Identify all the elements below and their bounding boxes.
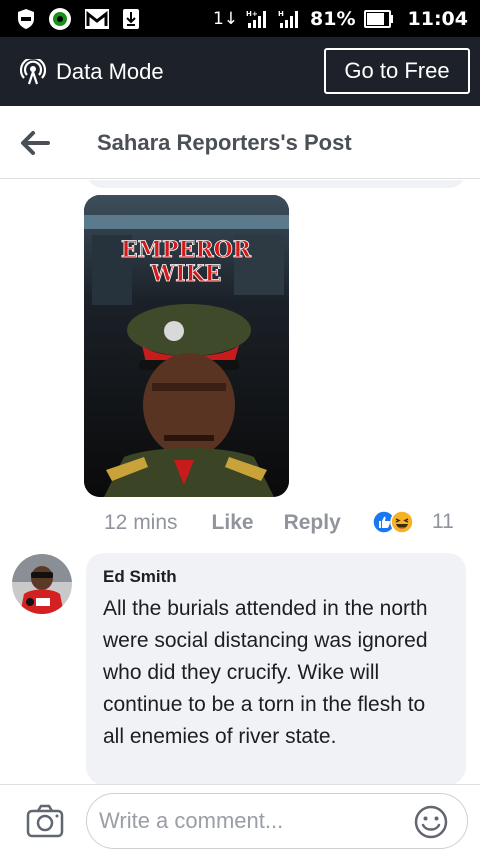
haha-reaction-icon (390, 510, 414, 540)
page-title: Sahara Reporters's Post (97, 130, 352, 155)
battery-icon (363, 9, 394, 28)
emoji-icon[interactable] (414, 805, 448, 839)
download-icon (122, 8, 140, 30)
image-caption-line1: EMPEROR (121, 237, 252, 263)
signal-4g-icon: H+ (246, 9, 270, 29)
svg-text:H: H (278, 10, 284, 18)
data-transfer-icon: 1↓ (212, 8, 239, 29)
reply-button[interactable]: Reply (284, 511, 341, 535)
post-header: Sahara Reporters's Post (0, 106, 480, 179)
comment-meta-row: 12 mins Like Reply 11 (104, 508, 464, 538)
data-mode-label: Data Mode (56, 58, 164, 84)
data-mode-bar: Data Mode Go to Free (0, 37, 480, 106)
comment-author[interactable]: Ed Smith (103, 567, 452, 587)
comment-bubble[interactable]: Ed Smith All the burials attended in the… (86, 553, 466, 784)
go-to-free-button[interactable]: Go to Free (324, 48, 470, 94)
comment-feed[interactable]: EMPEROR WIKE 12 mins Like Reply 11 Ed Sm… (0, 180, 480, 784)
battery-percent: 81% (310, 7, 356, 30)
data-mode-indicator: Data Mode (0, 58, 164, 85)
like-button[interactable]: Like (212, 511, 254, 535)
signal-4g-icon: H (278, 9, 302, 29)
svg-text:H+: H+ (246, 10, 258, 18)
avatar[interactable] (12, 554, 72, 614)
reactions-summary[interactable] (372, 510, 414, 540)
previous-comment-bubble (86, 180, 466, 188)
shield-icon (16, 8, 36, 30)
reaction-count: 11 (432, 510, 454, 533)
back-arrow-icon[interactable] (20, 130, 50, 156)
comment-composer (0, 784, 480, 854)
comment-image[interactable]: EMPEROR WIKE (84, 195, 289, 497)
mail-icon (84, 8, 110, 30)
image-caption-line2: WIKE (150, 261, 222, 287)
status-bar: 1↓ H+ H 81% 11:04 (0, 0, 480, 37)
app-circle-icon (48, 7, 72, 31)
clock: 11:04 (407, 7, 468, 30)
comment-input[interactable] (86, 793, 468, 849)
camera-icon[interactable] (26, 804, 64, 838)
comment-text: All the burials attended in the north we… (103, 597, 428, 748)
data-mode-icon (20, 58, 46, 85)
comment-timestamp: 12 mins (104, 511, 178, 534)
